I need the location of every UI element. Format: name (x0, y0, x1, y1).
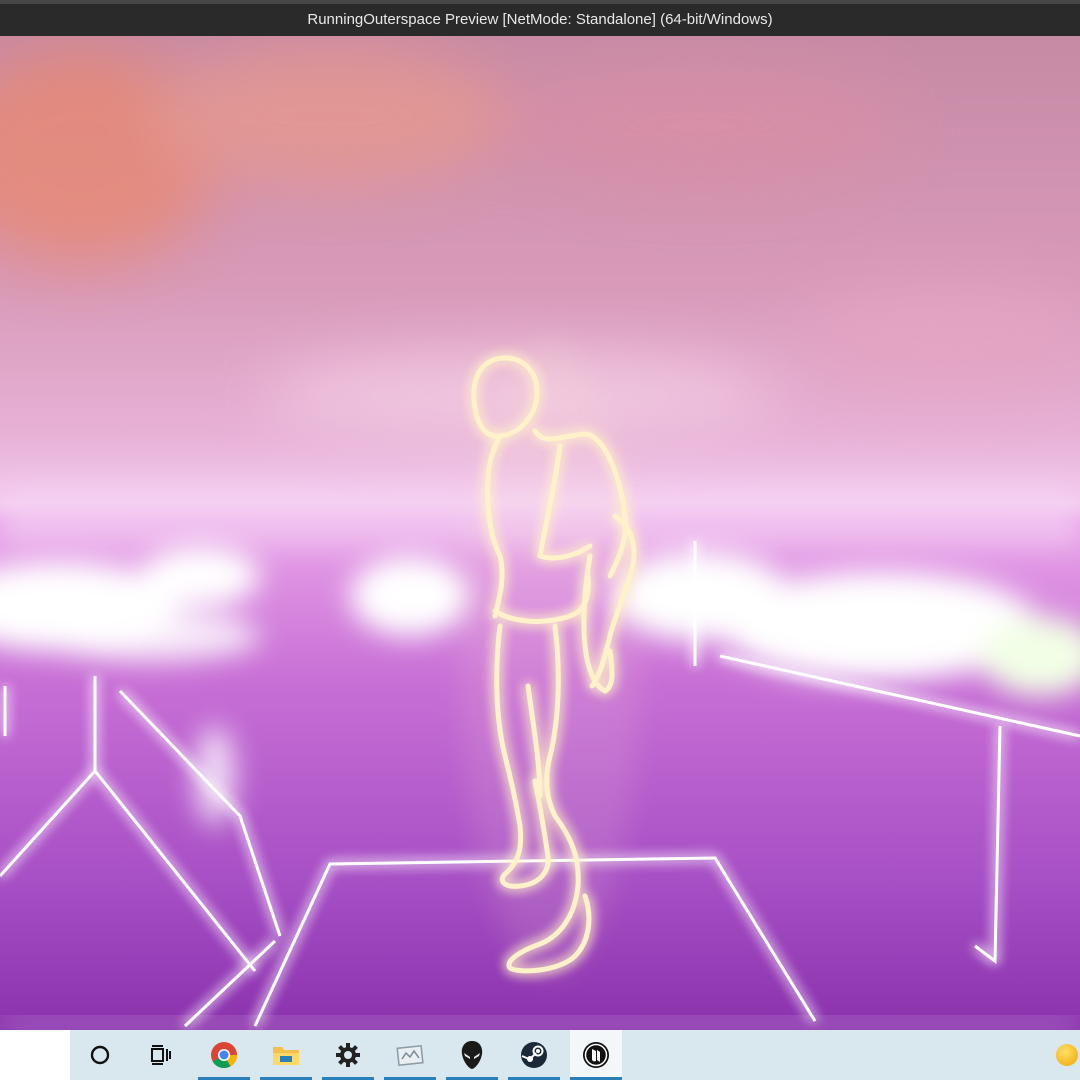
steam-icon (521, 1042, 547, 1068)
game-preview-window: RunningOuterspace Preview [NetMode: Stan… (0, 0, 1080, 1030)
chrome-taskbar-button[interactable] (198, 1030, 250, 1080)
notification-orb-icon[interactable] (1056, 1044, 1078, 1066)
game-viewport[interactable] (0, 36, 1080, 1030)
neon-bars-right (610, 551, 1080, 696)
steam-taskbar-button[interactable] (508, 1030, 560, 1080)
alienware-icon (461, 1041, 483, 1069)
window-titlebar[interactable]: RunningOuterspace Preview [NetMode: Stan… (0, 0, 1080, 36)
chrome-icon (211, 1042, 238, 1069)
file-explorer-taskbar-button[interactable] (260, 1030, 312, 1080)
image-viewer-icon (396, 1044, 424, 1067)
neon-bars-left (0, 546, 470, 826)
task-view-button[interactable] (134, 1030, 186, 1080)
taskbar-search-box[interactable] (0, 1030, 70, 1080)
settings-taskbar-button[interactable] (322, 1030, 374, 1080)
cortana-button[interactable] (74, 1030, 126, 1080)
cortana-circle-icon (90, 1045, 110, 1065)
unreal-engine-icon (583, 1042, 609, 1068)
scene-canvas (0, 46, 1080, 1030)
task-view-icon (151, 1045, 171, 1065)
unreal-engine-taskbar-button[interactable] (570, 1030, 622, 1080)
alienware-taskbar-button[interactable] (446, 1030, 498, 1080)
image-viewer-taskbar-button[interactable] (384, 1030, 436, 1080)
settings-gear-icon (336, 1043, 360, 1067)
windows-taskbar (0, 1030, 1080, 1080)
window-title: RunningOuterspace Preview [NetMode: Stan… (307, 11, 773, 28)
file-explorer-icon (273, 1047, 299, 1065)
